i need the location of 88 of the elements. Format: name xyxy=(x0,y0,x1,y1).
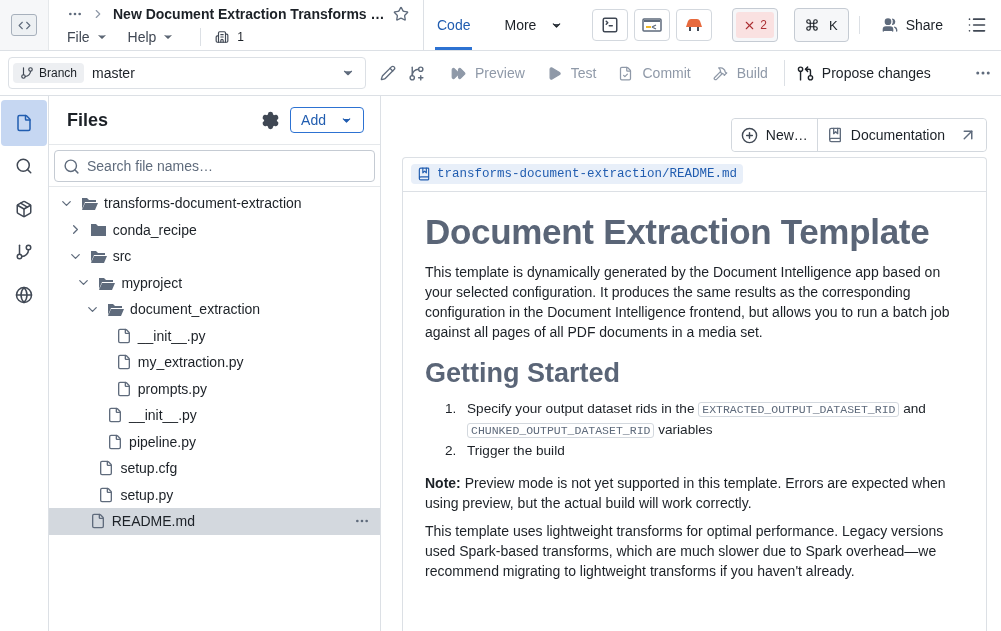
hammer-icon xyxy=(712,65,728,81)
folder-row[interactable]: transforms-document-extraction xyxy=(49,190,380,217)
paragraph: Note: Preview mode is not yet supported in this template. Errors are expected when using preview, but the actual build will work correctly. xyxy=(425,474,947,513)
folder-row[interactable]: document_extraction xyxy=(49,296,380,323)
terminal-button[interactable] xyxy=(592,9,629,41)
list-text: Trigger the build xyxy=(467,443,565,458)
file-row[interactable]: my_extraction.py xyxy=(49,349,380,376)
file-icon xyxy=(115,327,132,344)
inline-code: EXTRACTED_OUTPUT_DATASET_RID xyxy=(698,402,900,417)
play-icon xyxy=(546,65,562,81)
file-icon xyxy=(98,460,115,477)
file-path[interactable]: transforms-document-extraction/README.md xyxy=(411,164,744,184)
file-icon xyxy=(107,433,124,450)
list-text: and xyxy=(903,401,926,416)
globe-icon xyxy=(15,286,33,304)
list-text: variables xyxy=(658,422,713,437)
panel-title: Files xyxy=(67,109,110,131)
documentation-button[interactable]: Documentation xyxy=(816,119,986,151)
panel-button[interactable] xyxy=(634,9,671,41)
file-row[interactable]: README.md xyxy=(49,508,380,535)
share-button[interactable]: Share xyxy=(875,16,949,34)
book-icon xyxy=(417,167,431,181)
panel-icon xyxy=(642,18,663,32)
list-icon[interactable] xyxy=(967,15,987,35)
org-count: 1 xyxy=(237,30,245,44)
folder-icon xyxy=(81,196,98,211)
file-row[interactable]: prompts.py xyxy=(49,375,380,402)
search-icon xyxy=(15,157,33,175)
section-heading: Getting Started xyxy=(425,358,621,389)
paragraph: This template uses lightweight transforms for optimal performance. Legacy versions used Spark-based transforms, which are much slower due to Spark overhead—we recommend migrating to lightweight transforms if you haven't already. xyxy=(425,522,945,581)
branch-icon xyxy=(20,66,34,80)
folder-row[interactable]: src xyxy=(49,243,380,270)
file-row[interactable]: setup.cfg xyxy=(49,455,380,482)
branch-icon xyxy=(15,243,33,261)
add-button[interactable]: Add xyxy=(290,107,364,133)
folder-icon xyxy=(89,249,107,264)
folder-row[interactable]: conda_recipe xyxy=(49,216,380,243)
propose-changes-button[interactable]: Propose changes xyxy=(796,64,931,82)
file-row[interactable]: pipeline.py xyxy=(49,428,380,455)
folder-icon xyxy=(98,275,116,290)
book-icon xyxy=(826,127,843,143)
tab[interactable]: Code xyxy=(435,0,473,50)
errors-button[interactable]: 2 xyxy=(732,8,778,42)
file-check-icon xyxy=(618,65,634,81)
folder-icon xyxy=(107,302,125,317)
project-title: New Document Extraction Transforms … xyxy=(113,6,385,22)
list-text: Specify your output dataset rids in the xyxy=(467,401,695,416)
app-logo[interactable] xyxy=(11,14,37,36)
file-icon xyxy=(15,114,33,132)
file-icon xyxy=(115,354,132,371)
file-row[interactable]: setup.py xyxy=(49,481,380,508)
list-number: 1. xyxy=(445,400,458,418)
settings-icon[interactable] xyxy=(261,110,281,130)
building-icon xyxy=(215,30,230,44)
document-title: Document Extraction Template xyxy=(425,212,931,252)
vehicle-icon xyxy=(684,18,705,32)
file-icon xyxy=(89,513,106,530)
files-tab[interactable] xyxy=(1,100,47,146)
file-icon xyxy=(115,380,132,397)
menu-button[interactable]: File xyxy=(67,29,108,45)
file-icon xyxy=(98,486,115,503)
package-icon xyxy=(15,200,33,218)
file-row[interactable]: __init__.py xyxy=(49,402,380,429)
command-icon xyxy=(804,18,819,32)
search-field[interactable]: Search file names… xyxy=(54,150,375,182)
terminal-icon xyxy=(601,16,620,34)
file-row[interactable]: __init__.py xyxy=(49,322,380,349)
list-number: 2. xyxy=(445,442,458,460)
command-button[interactable]: K xyxy=(793,8,849,42)
folder-row[interactable]: myproject xyxy=(49,269,380,296)
plus-icon xyxy=(740,126,758,144)
branch-name: master xyxy=(92,65,136,81)
branch-plus-icon xyxy=(408,64,425,82)
search-icon xyxy=(63,158,80,175)
paragraph: This template is dynamically generated by the Document Intelligence app based on your selected configuration. It produces the same results as the corresponding configuration in the Document Intelligence frontend, but allows you to run a batch job against all pages of all PDF documents in a media set. xyxy=(425,263,951,342)
pencil-icon xyxy=(380,65,396,81)
pull-request-icon xyxy=(796,64,814,82)
fast-forward-icon xyxy=(451,65,466,81)
branch-tag: Branch xyxy=(13,63,85,83)
vehicle-button[interactable] xyxy=(676,9,713,41)
folder-icon xyxy=(89,222,107,237)
menu-button[interactable]: Help xyxy=(127,29,175,45)
tab[interactable]: More xyxy=(502,0,566,50)
branch-select[interactable]: Branch master xyxy=(8,57,366,89)
file-icon xyxy=(107,407,124,424)
inline-code: CHUNKED_OUTPUT_DATASET_RID xyxy=(467,423,655,438)
people-icon xyxy=(881,17,898,33)
star-icon[interactable] xyxy=(392,6,409,22)
